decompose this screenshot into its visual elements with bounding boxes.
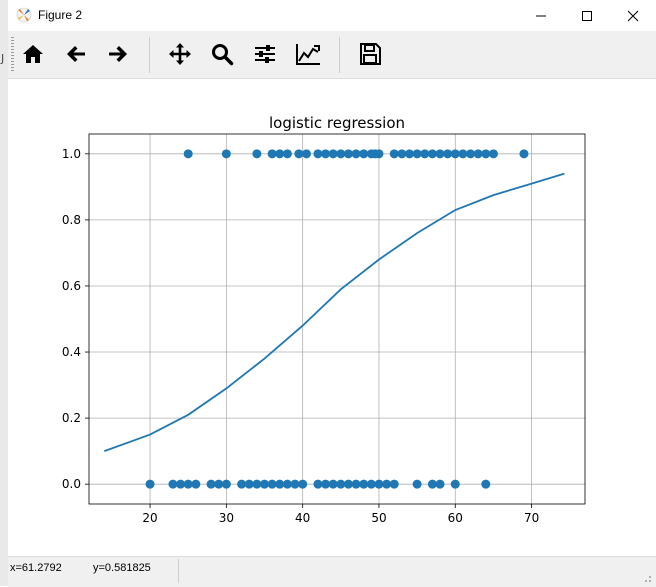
x-tick-label: 20 (142, 511, 157, 525)
figure-canvas[interactable]: 20 30 40 50 60 70 0.0 0.2 0.4 0.6 0.8 1.0 logistic … (8, 79, 656, 555)
forward-button[interactable] (101, 37, 135, 71)
status-bar: x=61.2792 y=0.581825 (8, 556, 656, 587)
scatter-point (298, 479, 308, 489)
y-tick-label: 0.8 (62, 213, 81, 227)
matplotlib-app-icon (16, 7, 32, 23)
side-strip-mark: J (1, 52, 5, 65)
zoom-button[interactable] (205, 37, 239, 71)
scatter-point (412, 479, 422, 489)
figure-window: Figure 2 20 30 40 50 60 70 0.0 0.2 0.4 0… (8, 0, 656, 587)
save-button[interactable] (353, 37, 387, 71)
x-tick-label: 60 (448, 511, 463, 525)
toolbar-separator (339, 37, 340, 73)
x-tick-label: 30 (219, 511, 234, 525)
navigation-toolbar (8, 31, 656, 79)
scatter-point (252, 149, 262, 159)
scatter-point (481, 479, 491, 489)
window-title: Figure 2 (38, 8, 83, 22)
home-button[interactable] (16, 37, 50, 71)
x-tick-label: 70 (524, 511, 539, 525)
minimize-button[interactable] (518, 0, 564, 31)
back-button[interactable] (59, 37, 93, 71)
y-tick-label: 0.2 (62, 411, 81, 425)
sliders-icon (255, 45, 275, 63)
scatter-point (221, 149, 231, 159)
scatter-point (519, 149, 529, 159)
y-tick-label: 0.6 (62, 279, 81, 293)
close-icon (627, 10, 639, 21)
close-button[interactable] (610, 0, 656, 31)
scatter-point (488, 149, 498, 159)
chart-title: logistic regression (269, 114, 405, 132)
status-separator (178, 559, 179, 583)
x-tick-label: 50 (371, 511, 386, 525)
pan-button[interactable] (163, 37, 197, 71)
edit-axis-button[interactable] (291, 37, 325, 71)
scatter-point (282, 149, 292, 159)
scatter-point (389, 479, 399, 489)
scatter-point (221, 479, 231, 489)
arrow-right-icon (109, 46, 127, 62)
scatter-point (374, 149, 384, 159)
scatter-point (191, 479, 201, 489)
home-icon (23, 45, 43, 63)
left-window-edge: J (0, 0, 8, 586)
title-bar[interactable]: Figure 2 (8, 0, 656, 31)
magnifier-icon (212, 44, 234, 66)
minimize-icon (536, 15, 546, 16)
y-tick-label: 0.0 (62, 477, 81, 491)
cursor-x-readout: x=61.2792 (10, 562, 62, 574)
chart-svg: 20 30 40 50 60 70 0.0 0.2 0.4 0.6 0.8 1.0 logistic … (62, 114, 586, 525)
move-icon (169, 43, 191, 65)
floppy-disk-icon (360, 43, 381, 65)
maximize-button[interactable] (564, 0, 610, 31)
cursor-y-readout: y=0.581825 (93, 562, 151, 574)
x-tick-label: 40 (295, 511, 310, 525)
scatter-point (183, 149, 193, 159)
maximize-icon (582, 10, 592, 21)
toolbar-separator (149, 37, 150, 73)
line-chart-icon (296, 44, 320, 65)
y-tick-label: 1.0 (62, 147, 81, 161)
y-tick-label: 0.4 (62, 345, 81, 359)
resize-grip-icon[interactable] (642, 573, 652, 583)
scatter-point (301, 149, 311, 159)
scatter-point (450, 479, 460, 489)
configure-subplots-button[interactable] (248, 37, 282, 71)
toolbar-grip[interactable] (11, 37, 14, 73)
scatter-point (435, 479, 445, 489)
scatter-point (145, 479, 155, 489)
arrow-left-icon (67, 46, 85, 62)
